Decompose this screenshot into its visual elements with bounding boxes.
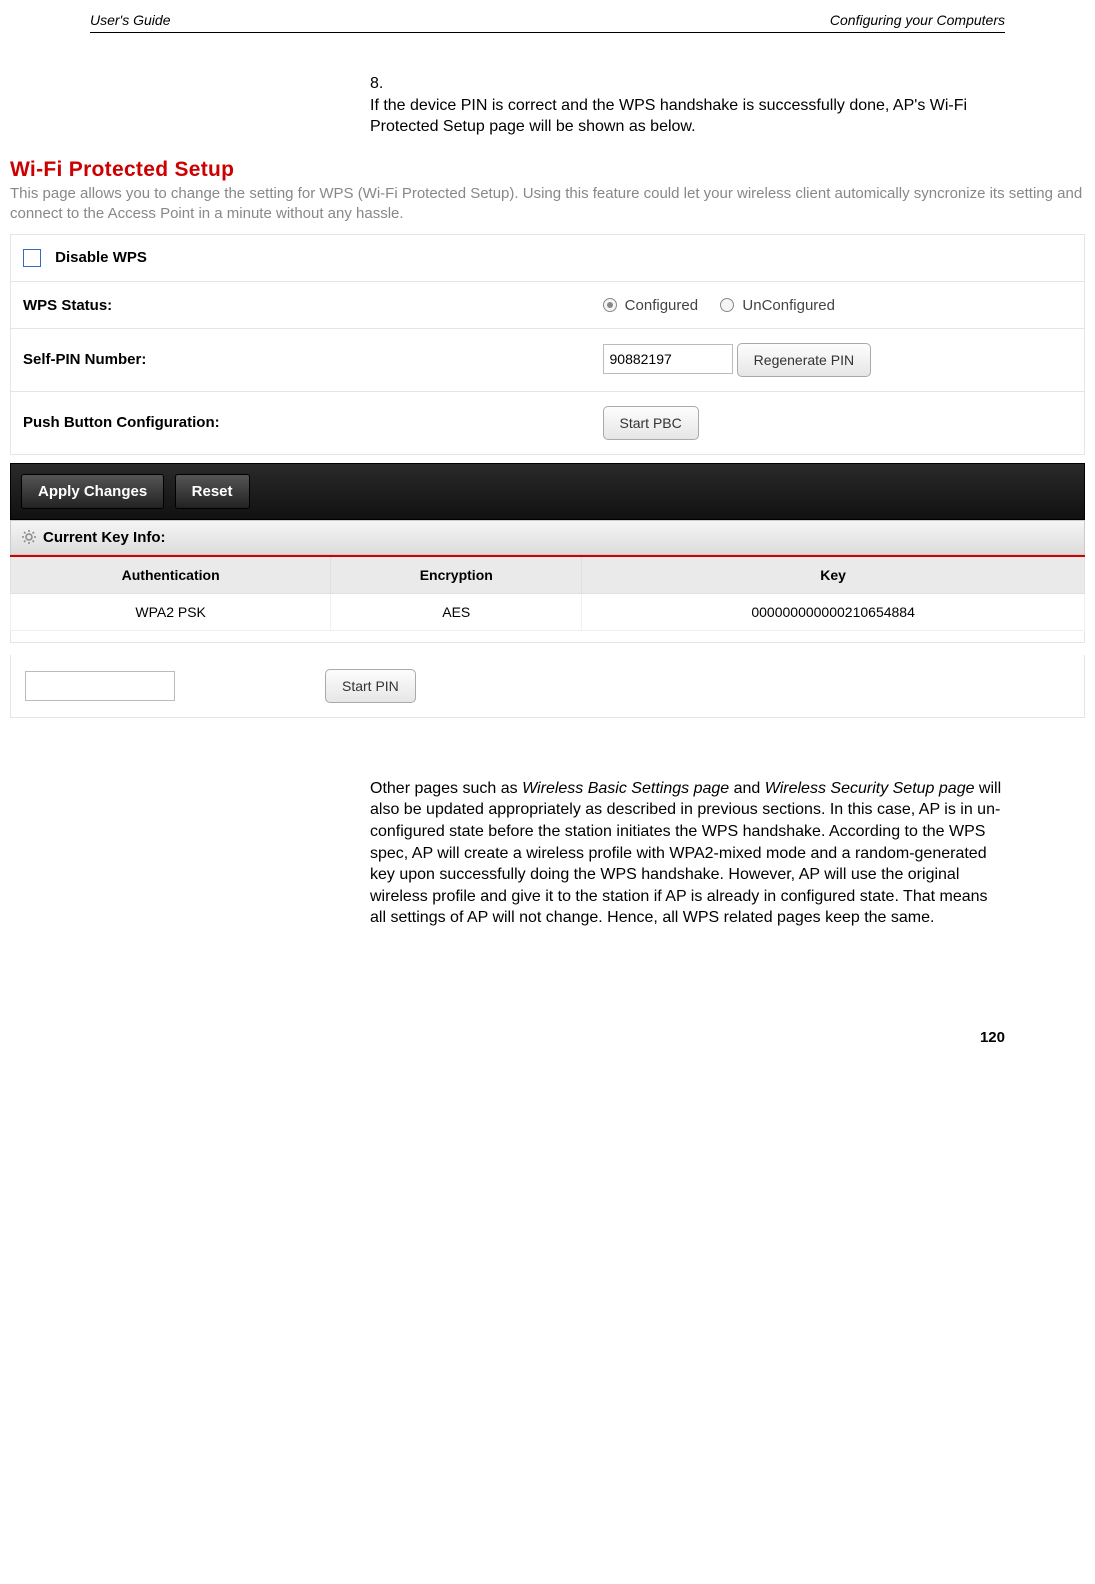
col-enc: Encryption — [331, 556, 582, 594]
radio-unconfigured[interactable] — [720, 298, 734, 312]
follow-part3: will also be updated appropriately as de… — [370, 780, 1001, 927]
wps-config-table: Disable WPS WPS Status: Configured UnCon… — [10, 234, 1085, 455]
cell-key: 000000000000210654884 — [582, 593, 1085, 630]
wps-status-row: WPS Status: Configured UnConfigured — [11, 282, 1085, 329]
step-number: 8. — [370, 73, 398, 95]
follow-part2: and — [729, 780, 765, 797]
radio-configured[interactable] — [603, 298, 617, 312]
disable-wps-label: Disable WPS — [55, 249, 147, 266]
action-bar: Apply Changes Reset — [10, 463, 1085, 520]
col-auth: Authentication — [11, 556, 331, 594]
self-pin-input[interactable] — [603, 344, 733, 374]
key-table-row: WPA2 PSK AES 000000000000210654884 — [11, 593, 1085, 630]
wps-title: Wi-Fi Protected Setup — [10, 158, 1085, 182]
page-number: 120 — [0, 949, 1095, 1066]
col-key: Key — [582, 556, 1085, 594]
step-text-block: 8. If the device PIN is correct and the … — [0, 33, 1095, 158]
gear-icon — [21, 529, 37, 545]
page-header: User's Guide Configuring your Computers — [90, 0, 1005, 33]
header-right: Configuring your Computers — [830, 12, 1005, 28]
reset-button[interactable]: Reset — [175, 474, 250, 509]
start-pin-button[interactable]: Start PIN — [325, 669, 416, 703]
disable-wps-checkbox[interactable] — [23, 249, 41, 267]
client-pin-row: Start PIN — [10, 655, 1085, 718]
disable-wps-row: Disable WPS — [11, 235, 1085, 282]
radio-unconfigured-label: UnConfigured — [742, 297, 835, 314]
follow-up-text: Other pages such as Wireless Basic Setti… — [0, 718, 1095, 949]
apply-changes-button[interactable]: Apply Changes — [21, 474, 164, 509]
start-pbc-button[interactable]: Start PBC — [603, 406, 699, 440]
key-info-title: Current Key Info: — [43, 529, 166, 546]
self-pin-row: Self-PIN Number: Regenerate PIN — [11, 328, 1085, 391]
pbc-row: Push Button Configuration: Start PBC — [11, 391, 1085, 454]
follow-italic2: Wireless Security Setup page — [765, 780, 975, 797]
header-left: User's Guide — [90, 12, 170, 28]
pbc-label: Push Button Configuration: — [11, 391, 591, 454]
wps-description: This page allows you to change the setti… — [10, 184, 1085, 225]
cell-auth: WPA2 PSK — [11, 593, 331, 630]
wps-panel: Wi-Fi Protected Setup This page allows y… — [10, 158, 1085, 718]
client-pin-input[interactable] — [25, 671, 175, 701]
radio-configured-label: Configured — [625, 297, 698, 314]
follow-italic1: Wireless Basic Settings page — [522, 780, 729, 797]
follow-part1: Other pages such as — [370, 780, 522, 797]
self-pin-label: Self-PIN Number: — [11, 328, 591, 391]
current-key-info-header: Current Key Info: — [10, 520, 1085, 555]
step-content: If the device PIN is correct and the WPS… — [370, 95, 973, 138]
regenerate-pin-button[interactable]: Regenerate PIN — [737, 343, 871, 377]
cell-enc: AES — [331, 593, 582, 630]
key-info-table: Authentication Encryption Key WPA2 PSK A… — [10, 555, 1085, 631]
wps-status-label: WPS Status: — [11, 282, 591, 329]
